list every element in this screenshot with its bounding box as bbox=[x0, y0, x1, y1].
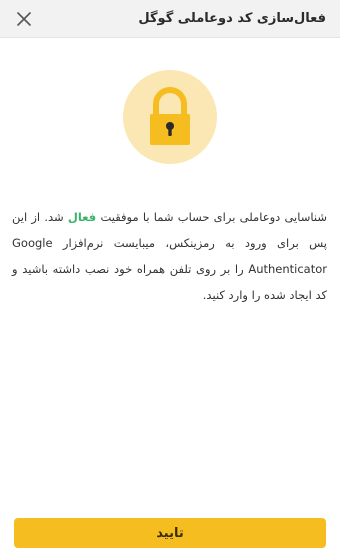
padlock-icon bbox=[150, 87, 190, 145]
lock-illustration bbox=[123, 70, 217, 164]
status-word-active: فعال bbox=[67, 210, 97, 224]
message-text-start: شناسایی دوعاملی برای حساب شما با موفقیت bbox=[96, 210, 327, 224]
header-bar: فعال‌سازی کد دوعاملی گوگل bbox=[0, 0, 340, 38]
confirm-button[interactable]: تایید bbox=[14, 518, 326, 548]
page-title: فعال‌سازی کد دوعاملی گوگل bbox=[138, 11, 326, 26]
activation-message: شناسایی دوعاملی برای حساب شما با موفقیت … bbox=[12, 204, 327, 308]
two-factor-activation-screen: فعال‌سازی کد دوعاملی گوگل شناسایی دوعامل… bbox=[0, 0, 340, 560]
close-button[interactable] bbox=[14, 9, 34, 29]
close-icon[interactable] bbox=[14, 9, 34, 29]
